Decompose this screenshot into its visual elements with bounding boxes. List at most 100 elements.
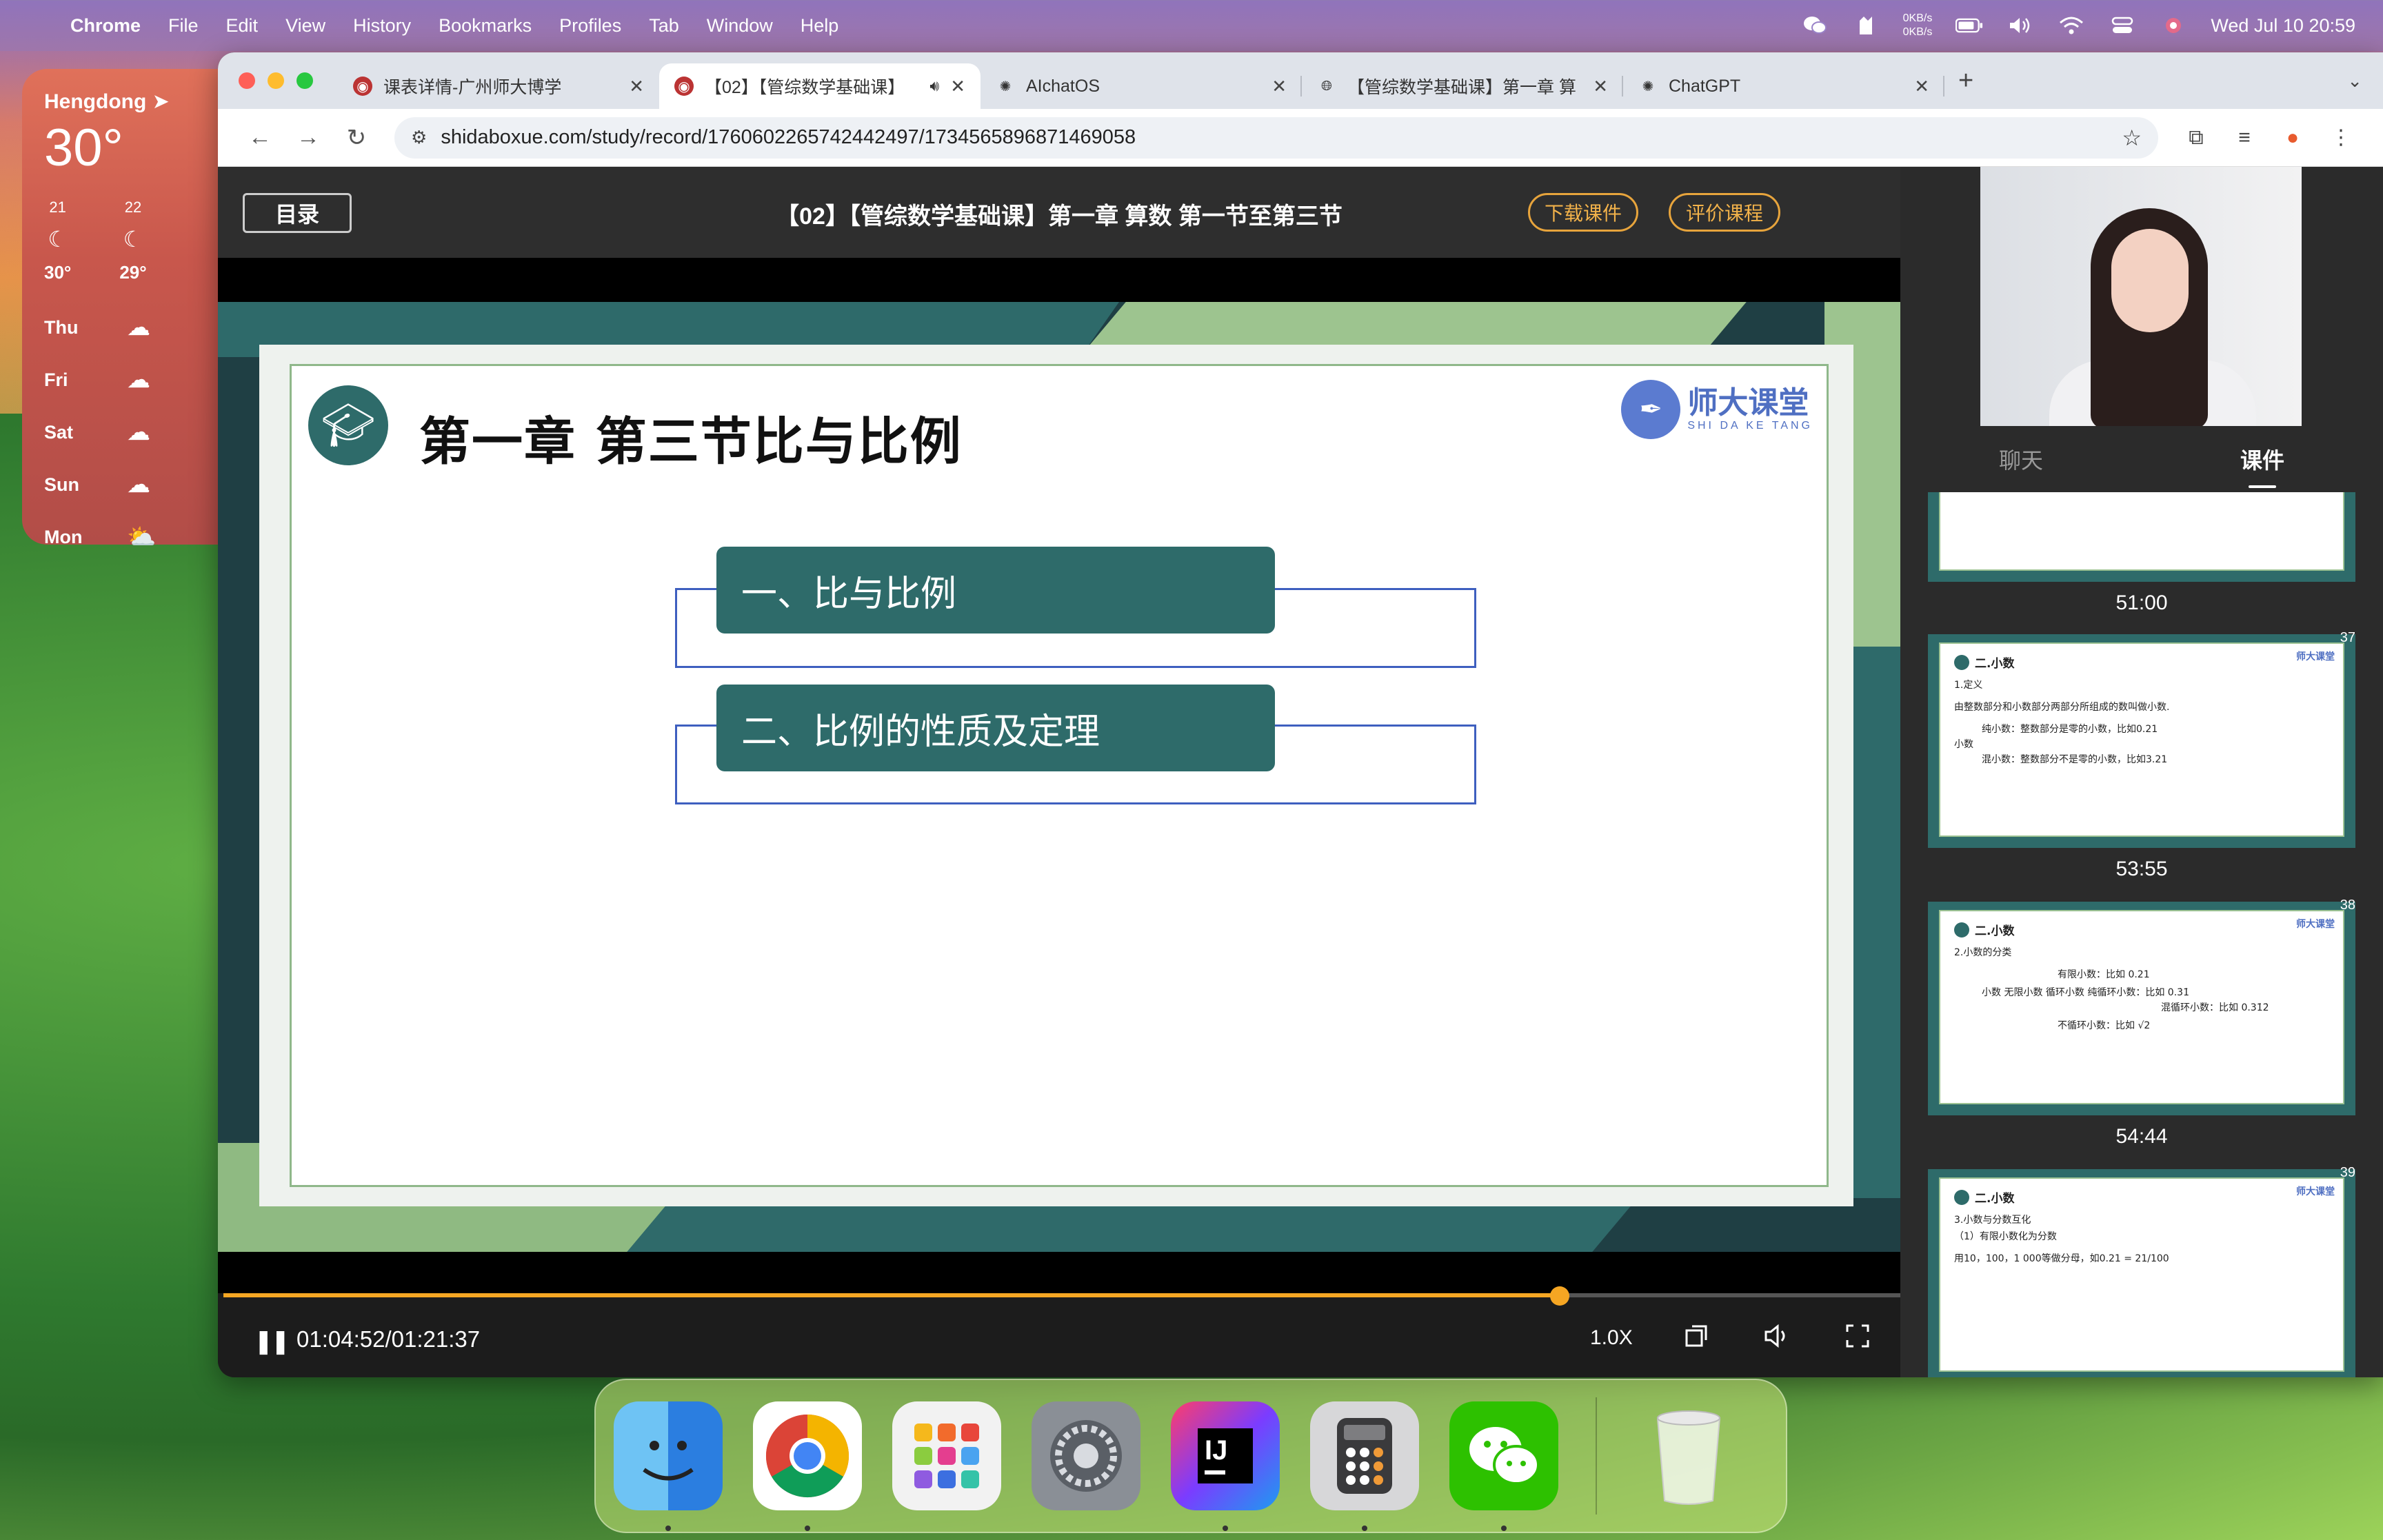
status-area: 0KB/s 0KB/s Wed Jul 10 20:59: [1801, 12, 2355, 39]
menu-view[interactable]: View: [285, 15, 325, 37]
catalog-button[interactable]: 目录: [243, 193, 352, 233]
progress-bar[interactable]: [223, 1286, 1900, 1306]
wechat-status-icon[interactable]: [1801, 14, 1829, 37]
cloud-icon: ☁: [127, 314, 150, 341]
close-tab-icon[interactable]: ✕: [1593, 76, 1608, 97]
forward-arrow-icon[interactable]: →: [284, 124, 332, 151]
bookmark-star-icon[interactable]: ☆: [2122, 125, 2142, 151]
clipboard-status-icon[interactable]: [1852, 14, 1880, 37]
tab-title: 课表详情-广州师大博学: [383, 78, 562, 97]
tab-title: 【管综数学基础课】第一章 算: [1347, 78, 1576, 97]
url-text[interactable]: shidaboxue.com/study/record/176060226574…: [441, 126, 1136, 149]
weather-city: Hengdong ➤: [44, 90, 170, 113]
menu-app-name[interactable]: Chrome: [70, 15, 141, 37]
browser-tab[interactable]: ✺ AIchatOS ✕: [981, 63, 1302, 109]
thumb-number: 37: [2340, 630, 2355, 645]
browser-tab-active[interactable]: ◉ 【02】【管综数学基础课】 🔊︎ ✕: [659, 63, 981, 109]
menu-edit[interactable]: Edit: [226, 15, 259, 37]
battery-icon[interactable]: [1955, 14, 1983, 37]
menu-help[interactable]: Help: [801, 15, 839, 37]
audio-playing-icon[interactable]: 🔊︎: [929, 77, 939, 95]
tab-search-chevron-icon[interactable]: ⌄: [2347, 70, 2362, 92]
address-bar[interactable]: ⚙ shidaboxue.com/study/record/1760602265…: [394, 116, 2158, 159]
close-tab-icon[interactable]: ✕: [1914, 76, 1929, 97]
rate-course-button[interactable]: 评价课程: [1669, 193, 1780, 232]
weather-hour-label: 21: [49, 199, 66, 216]
slide-content: 🎓︎ 第一章 第三节比与比例 ✒ 师大课堂 SHI DA KE TANG 一、比…: [290, 364, 1829, 1187]
browser-tab[interactable]: ◉ 课表详情-广州师大博学 ✕: [338, 63, 659, 109]
weather-day: Sat ☁: [44, 419, 150, 445]
wechat-dock-icon[interactable]: [1449, 1401, 1558, 1531]
courseware-thumb[interactable]: 师大课堂 二.小数 2.小数的分类 有限小数：比如 0.21 小数 无限小数 循…: [1928, 898, 2355, 1148]
media-controls-icon[interactable]: ≡: [2220, 126, 2269, 150]
cap-icon: [1954, 654, 1969, 670]
thumb-line: （1）有限小数化为分数: [1954, 1231, 2057, 1242]
wifi-icon[interactable]: [2058, 14, 2085, 37]
pause-icon[interactable]: ❚❚: [254, 1328, 290, 1355]
picture-in-picture-icon[interactable]: [1684, 1324, 1709, 1355]
dock-separator: [1596, 1397, 1597, 1514]
browser-tab[interactable]: ✺ ChatGPT ✕: [1623, 63, 1944, 109]
video-slide[interactable]: 🎓︎ 第一章 第三节比与比例 ✒ 师大课堂 SHI DA KE TANG 一、比…: [218, 302, 1900, 1252]
chrome-dock-icon[interactable]: [753, 1401, 862, 1531]
download-courseware-button[interactable]: 下载课件: [1528, 193, 1638, 232]
graduation-cap-icon: 🎓︎: [308, 385, 388, 465]
weather-day: Sun ☁: [44, 472, 150, 498]
tab-title: 【02】【管综数学基础课】: [705, 78, 905, 97]
teacher-camera-feed[interactable]: [1980, 167, 2302, 426]
chatgpt-favicon-icon: ✺: [1642, 79, 1654, 94]
control-center-icon[interactable]: [2109, 14, 2136, 37]
reload-icon[interactable]: ↻: [332, 124, 381, 152]
menu-file[interactable]: File: [168, 15, 199, 37]
video-letterbox-bottom: [218, 1252, 1900, 1293]
profile-avatar-icon[interactable]: ●: [2269, 126, 2317, 150]
launchpad-dock-icon[interactable]: [892, 1401, 1001, 1510]
weather-hour-temp: 30°: [44, 262, 72, 283]
menubar-datetime[interactable]: Wed Jul 10 20:59: [2211, 15, 2355, 37]
trash-dock-icon[interactable]: [1634, 1401, 1743, 1510]
thumb-line: 不循环小数：比如 √2: [2058, 1020, 2151, 1031]
thumb-title: 二.小数: [1975, 924, 2015, 938]
more-menu-icon[interactable]: ⋮: [2317, 125, 2365, 150]
courseware-thumb[interactable]: 51:00: [1928, 492, 2355, 614]
menu-tab[interactable]: Tab: [649, 15, 679, 37]
thumb-title: 二.小数: [1975, 1192, 2015, 1206]
playback-speed-button[interactable]: 1.0X: [1590, 1326, 1633, 1350]
thumb-number: 38: [2340, 898, 2355, 913]
browser-tab[interactable]: 🌐︎ 【管综数学基础课】第一章 算 ✕: [1302, 63, 1623, 109]
thumb-line: 有限小数：比如 0.21: [2058, 969, 2150, 980]
close-window-button[interactable]: [239, 72, 255, 89]
back-arrow-icon[interactable]: ←: [236, 124, 284, 151]
thumb-time: 54:44: [2115, 1125, 2168, 1148]
close-tab-icon[interactable]: ✕: [950, 76, 965, 97]
courseware-thumb[interactable]: 师大课堂 二.小数 1.定义 由整数部分和小数部分两部分所组成的数叫做小数. 纯…: [1928, 630, 2355, 880]
extensions-puzzle-icon[interactable]: ⧉: [2172, 126, 2220, 150]
menu-window[interactable]: Window: [707, 15, 773, 37]
site-info-icon[interactable]: ⚙: [411, 127, 427, 148]
calculator-dock-icon[interactable]: [1310, 1401, 1419, 1531]
volume-icon[interactable]: [2007, 14, 2034, 37]
tab-courseware[interactable]: 课件: [2142, 426, 2383, 492]
intellij-idea-dock-icon[interactable]: IJ: [1171, 1401, 1280, 1531]
close-tab-icon[interactable]: ✕: [629, 76, 644, 97]
weather-widget[interactable]: Hengdong ➤ 30° 21 ☾ 30° 22 ☾ 29° Thu ☁ Fr…: [22, 69, 250, 550]
courseware-thumb[interactable]: 师大课堂 二.小数 3.小数与分数互化 （1）有限小数化为分数 用10，100，…: [1928, 1165, 2355, 1377]
site-favicon-icon: ◉: [674, 77, 694, 96]
globe-favicon-icon: 🌐︎: [1321, 78, 1332, 94]
minimize-window-button[interactable]: [268, 72, 284, 89]
window-controls: [239, 72, 313, 89]
progress-handle[interactable]: [1549, 1286, 1569, 1306]
system-settings-dock-icon[interactable]: [1032, 1401, 1140, 1510]
weather-hour: 21 ☾ 30°: [44, 199, 71, 283]
siri-icon[interactable]: [2160, 14, 2187, 37]
volume-control-icon[interactable]: [1764, 1324, 1791, 1355]
menu-bookmarks[interactable]: Bookmarks: [439, 15, 532, 37]
close-tab-icon[interactable]: ✕: [1271, 76, 1287, 97]
tab-chat[interactable]: 聊天: [1900, 426, 2142, 492]
menu-profiles[interactable]: Profiles: [559, 15, 621, 37]
finder-dock-icon[interactable]: [614, 1401, 723, 1531]
fullscreen-icon[interactable]: [1845, 1324, 1870, 1355]
zoom-window-button[interactable]: [296, 72, 313, 89]
menu-history[interactable]: History: [353, 15, 411, 37]
new-tab-button[interactable]: +: [1958, 66, 1973, 96]
